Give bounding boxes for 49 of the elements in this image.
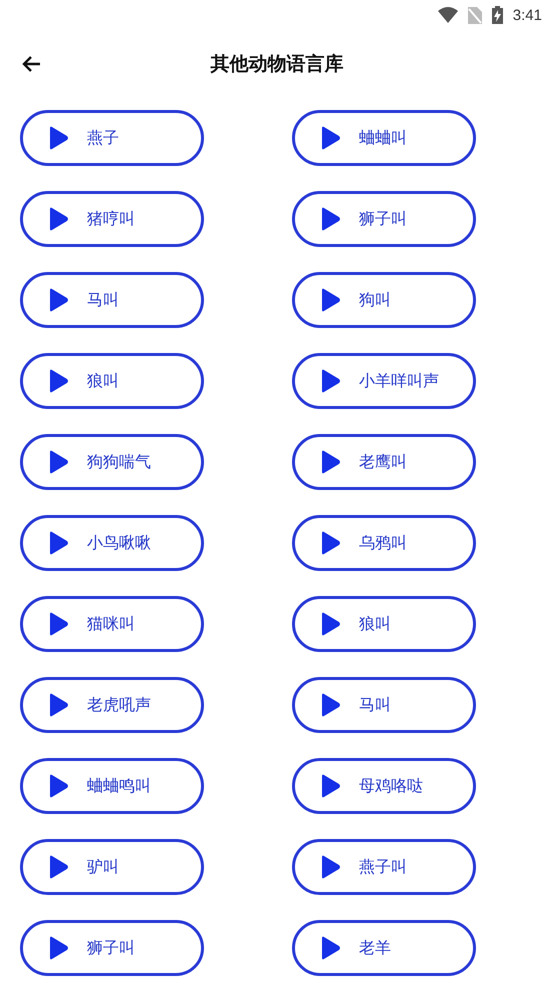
battery-charging-icon bbox=[492, 6, 503, 24]
wifi-icon bbox=[438, 7, 458, 23]
play-icon bbox=[47, 288, 69, 312]
play-icon bbox=[319, 774, 341, 798]
sound-play-button[interactable]: 猪哼叫 bbox=[20, 191, 204, 247]
sound-play-button[interactable]: 狗叫 bbox=[292, 272, 476, 328]
sound-play-button[interactable]: 燕子 bbox=[20, 110, 204, 166]
sound-play-button[interactable]: 狮子叫 bbox=[292, 191, 476, 247]
play-icon bbox=[47, 450, 69, 474]
sound-play-button[interactable]: 狮子叫 bbox=[20, 920, 204, 976]
sound-play-button[interactable]: 蛐蛐叫 bbox=[292, 110, 476, 166]
play-icon bbox=[47, 855, 69, 879]
play-icon bbox=[319, 936, 341, 960]
play-icon bbox=[319, 531, 341, 555]
sound-play-button[interactable]: 马叫 bbox=[292, 677, 476, 733]
sound-play-button[interactable]: 乌鸦叫 bbox=[292, 515, 476, 571]
sound-play-button[interactable]: 老虎吼声 bbox=[20, 677, 204, 733]
sound-play-button[interactable]: 老羊 bbox=[292, 920, 476, 976]
play-icon bbox=[319, 693, 341, 717]
sound-play-button[interactable]: 马叫 bbox=[20, 272, 204, 328]
sound-play-button[interactable]: 母鸡咯哒 bbox=[292, 758, 476, 814]
sound-play-button[interactable]: 狼叫 bbox=[292, 596, 476, 652]
play-icon bbox=[47, 693, 69, 717]
sound-play-button[interactable]: 老鹰叫 bbox=[292, 434, 476, 490]
play-icon bbox=[47, 369, 69, 393]
sound-play-button[interactable]: 狼叫 bbox=[20, 353, 204, 409]
play-icon bbox=[47, 126, 69, 150]
page-title: 其他动物语言库 bbox=[210, 52, 344, 77]
sound-play-button[interactable]: 驴叫 bbox=[20, 839, 204, 895]
play-icon bbox=[319, 126, 341, 150]
sound-play-button[interactable]: 蛐蛐鸣叫 bbox=[20, 758, 204, 814]
clock-time: 3:41 bbox=[512, 6, 542, 24]
sound-play-button[interactable]: 猫咪叫 bbox=[20, 596, 204, 652]
play-icon bbox=[47, 531, 69, 555]
play-icon bbox=[319, 207, 341, 231]
play-icon bbox=[319, 450, 341, 474]
play-icon bbox=[319, 612, 341, 636]
no-sim-icon bbox=[468, 6, 482, 24]
play-icon bbox=[47, 207, 69, 231]
sound-play-button[interactable]: 狗狗喘气 bbox=[20, 434, 204, 490]
sound-play-button[interactable]: 小鸟啾啾 bbox=[20, 515, 204, 571]
play-icon bbox=[319, 288, 341, 312]
sound-play-button[interactable]: 小羊咩叫声 bbox=[292, 353, 476, 409]
play-icon bbox=[47, 612, 69, 636]
play-icon bbox=[47, 936, 69, 960]
play-icon bbox=[47, 774, 69, 798]
sound-play-button[interactable]: 燕子叫 bbox=[292, 839, 476, 895]
play-icon bbox=[319, 855, 341, 879]
play-icon bbox=[319, 369, 341, 393]
